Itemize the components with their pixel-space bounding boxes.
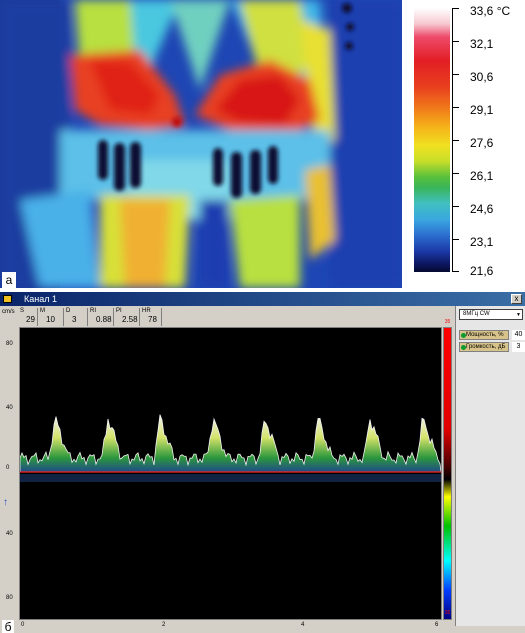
scale-label: 30,6	[470, 70, 494, 84]
param-d: D 3	[64, 308, 88, 326]
velocity-tick-label: 80	[6, 595, 13, 601]
time-tick-label: 0	[21, 622, 25, 628]
time-ruler: 0 2 4 6	[19, 620, 442, 632]
scale-tick	[452, 271, 459, 272]
panel-label-a: а	[2, 272, 16, 288]
doppler-window: Канал 1 x S 29 M 10 D 3 RI 0.88 PI 2.58 …	[0, 291, 525, 633]
color-scale-bottom: 35	[444, 610, 451, 616]
power-control[interactable]: Мощность, % 40	[459, 330, 525, 340]
scale-tick	[452, 41, 459, 42]
window-icon	[3, 295, 12, 303]
scale-label: 29,1	[470, 103, 494, 117]
thermogram-picture	[0, 0, 402, 288]
scale-tick	[452, 206, 459, 207]
spectrum-color-scale	[443, 327, 452, 620]
scale-label: 23,1	[470, 235, 494, 249]
spectrum-picture	[20, 414, 441, 482]
power-label: Мощность, %	[466, 332, 504, 338]
scale-label: 33,6 °C	[470, 4, 511, 18]
scale-tick	[452, 173, 459, 174]
thermogram-image: а	[0, 0, 402, 288]
velocity-tick-label: 40	[6, 531, 13, 537]
scale-tick	[452, 140, 459, 141]
panel-label-b: б	[2, 620, 14, 633]
gain-label: Громкость, дБ	[466, 344, 506, 350]
temperature-color-scale	[414, 8, 450, 272]
scale-label: 32,1	[470, 37, 494, 51]
window-titlebar[interactable]: Канал 1 x	[0, 292, 525, 306]
window-title: Канал 1	[24, 294, 57, 304]
scale-label: 26,1	[470, 169, 494, 183]
probe-frequency-select[interactable]: 8МГц CW ▼	[459, 309, 523, 320]
scale-tick	[452, 74, 459, 75]
thermogram-panel: а 33,6 °C 32,1 30,6 29,1 27,6 26,1 24,6 …	[0, 0, 525, 288]
power-indicator-icon	[461, 333, 466, 338]
velocity-tick-label: 80	[6, 341, 13, 347]
gain-control[interactable]: Громкость, дБ 3	[459, 342, 525, 352]
param-m: M 10	[38, 308, 64, 326]
power-value[interactable]: 40	[512, 330, 525, 340]
scale-tick	[452, 239, 459, 240]
time-tick-label: 4	[301, 622, 305, 628]
control-panel: 8МГц CW ▼ Мощность, % 40 Громкость, дБ 3	[455, 306, 525, 626]
gain-value[interactable]: 3	[512, 342, 525, 352]
scale-tick	[452, 8, 459, 9]
velocity-tick-label: 40	[6, 405, 13, 411]
param-pi: PI 2.58	[114, 308, 140, 326]
doppler-spectrum	[19, 327, 442, 620]
param-hr: HR 78	[140, 308, 162, 326]
param-s: S 29	[18, 308, 38, 326]
scale-label: 21,6	[470, 264, 494, 278]
scale-tick	[452, 107, 459, 108]
flow-direction-icon[interactable]: ↑	[3, 497, 8, 508]
gain-indicator-icon	[461, 345, 466, 350]
velocity-unit: cm/s	[2, 309, 15, 315]
close-button[interactable]: x	[511, 294, 522, 304]
param-ri: RI 0.88	[88, 308, 114, 326]
scale-label: 24,6	[470, 202, 494, 216]
color-scale-top: 35	[444, 319, 451, 325]
velocity-tick-label: 0	[6, 465, 10, 471]
time-tick-label: 6	[435, 622, 439, 628]
time-tick-label: 2	[162, 622, 166, 628]
chevron-down-icon: ▼	[516, 312, 521, 318]
velocity-ruler: cm/s 80 40 0 40 80 ↑	[0, 309, 19, 620]
scale-label: 27,6	[470, 136, 494, 150]
